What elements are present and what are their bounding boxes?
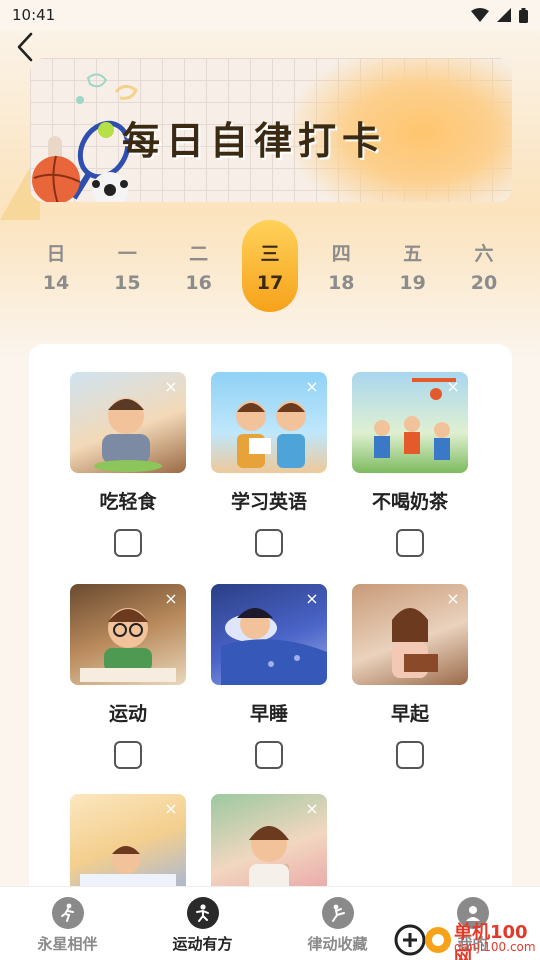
task-item: × 运动	[69, 584, 187, 769]
tab-yundong[interactable]: 运动有方	[135, 887, 270, 960]
day-name: 五	[403, 242, 423, 265]
task-image[interactable]: ×	[70, 584, 186, 685]
remove-icon[interactable]: ×	[442, 376, 464, 398]
status-bar: 10:41	[0, 0, 540, 30]
status-time: 10:41	[12, 6, 56, 24]
signal-icon	[497, 8, 511, 22]
remove-icon[interactable]: ×	[301, 376, 323, 398]
task-item: ×	[69, 794, 187, 895]
person-kick-icon	[321, 897, 354, 929]
day-name: 日	[46, 242, 66, 265]
tab-label: 运动有方	[172, 935, 233, 953]
day-sun[interactable]: 日 14	[28, 220, 84, 312]
day-sat[interactable]: 六 20	[456, 220, 512, 312]
banner: 每日自律打卡	[30, 58, 512, 202]
day-date: 18	[328, 271, 355, 294]
day-date: 15	[114, 271, 141, 294]
day-date: 17	[256, 271, 284, 294]
day-tue[interactable]: 二 16	[171, 220, 227, 312]
status-icons	[471, 7, 528, 23]
battery-icon	[519, 7, 528, 23]
task-item: × 不喝奶茶	[351, 372, 469, 557]
remove-icon[interactable]: ×	[160, 798, 182, 820]
day-name: 四	[331, 242, 351, 265]
task-item: × 早睡	[210, 584, 328, 769]
day-fri[interactable]: 五 19	[385, 220, 441, 312]
task-item: × 学习英语	[210, 372, 328, 557]
task-image[interactable]: ×	[70, 794, 186, 895]
watermark-url: danji100.com	[454, 940, 536, 954]
person-run-icon	[51, 897, 84, 929]
watermark-logo	[394, 924, 451, 956]
task-item: ×	[210, 794, 328, 895]
task-label: 运动	[108, 703, 147, 725]
task-image[interactable]: ×	[211, 372, 327, 473]
day-name: 一	[117, 242, 137, 265]
banner-title: 每日自律打卡	[122, 118, 387, 163]
task-image[interactable]: ×	[352, 372, 468, 473]
task-item: × 吃轻食	[69, 372, 187, 557]
watermark: 单机100网 danji100.com	[392, 916, 540, 960]
task-checkbox[interactable]	[114, 741, 142, 769]
week-selector: 日 14 一 15 二 16 三 17 四 18 五 19 六 20	[28, 220, 512, 312]
day-name: 六	[474, 242, 494, 265]
remove-icon[interactable]: ×	[160, 588, 182, 610]
day-name: 二	[189, 242, 209, 265]
task-checkbox[interactable]	[396, 741, 424, 769]
day-thu[interactable]: 四 18	[313, 220, 369, 312]
task-label: 早睡	[249, 703, 288, 725]
remove-icon[interactable]: ×	[301, 588, 323, 610]
task-image[interactable]: ×	[352, 584, 468, 685]
task-label: 不喝奶茶	[371, 491, 448, 513]
remove-icon[interactable]: ×	[442, 588, 464, 610]
task-checkbox[interactable]	[396, 529, 424, 557]
day-date: 19	[399, 271, 426, 294]
task-label: 吃轻食	[99, 491, 157, 513]
day-date: 20	[470, 271, 498, 294]
day-date: 16	[185, 271, 212, 294]
remove-icon[interactable]: ×	[301, 798, 323, 820]
task-image[interactable]: ×	[211, 794, 327, 895]
task-image[interactable]: ×	[70, 372, 186, 473]
day-name: 三	[260, 242, 280, 265]
task-label: 学习英语	[230, 491, 307, 513]
tab-yongxing[interactable]: 永星相伴	[0, 887, 135, 960]
task-image[interactable]: ×	[211, 584, 327, 685]
tab-label: 律动收藏	[307, 935, 368, 953]
day-date: 14	[42, 271, 70, 294]
wifi-icon	[471, 8, 489, 22]
task-checkbox[interactable]	[255, 529, 283, 557]
day-wed-selected[interactable]: 三 17	[241, 220, 298, 312]
task-card: × 吃轻食 × 学习英语 × 不喝奶茶 × 运动 × 早睡 × 早起 × ×	[29, 344, 512, 904]
task-checkbox[interactable]	[114, 529, 142, 557]
task-checkbox[interactable]	[255, 741, 283, 769]
remove-icon[interactable]: ×	[160, 376, 182, 398]
person-exercise-icon	[186, 897, 219, 929]
day-mon[interactable]: 一 15	[99, 220, 155, 312]
task-label: 早起	[390, 703, 429, 725]
tab-lvdong[interactable]: 律动收藏	[270, 887, 405, 960]
task-item: × 早起	[351, 584, 469, 769]
tab-label: 永星相伴	[37, 935, 98, 953]
